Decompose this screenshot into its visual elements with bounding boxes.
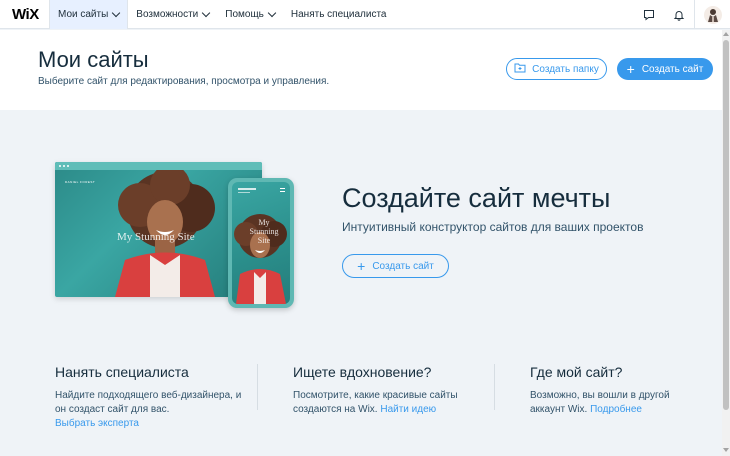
hire-expert-title: Нанять специалиста	[55, 364, 189, 380]
page-header: Мои сайты Выберите сайт для редактирован…	[0, 30, 722, 110]
where-is-my-site-title: Где мой сайт?	[530, 364, 623, 380]
top-bar: WiX Мои сайты Возможности Помощь Нанять …	[0, 0, 730, 29]
chat-icon[interactable]	[634, 0, 664, 29]
mock-site-title: My Stunning Site	[117, 231, 195, 243]
hero-subtitle: Интуитивный конструктор сайтов для ваших…	[342, 220, 644, 234]
where-is-my-site-text: Возможно, вы вошли в другой аккаунт Wix.…	[530, 389, 706, 417]
nav-features-label: Возможности	[136, 8, 199, 20]
mobile-site-preview: My Stunning Site	[228, 178, 294, 308]
nav-my-sites[interactable]: Мои сайты	[50, 0, 129, 29]
inspiration-card: Ищете вдохновение? Посмотрите, какие кра…	[293, 364, 493, 417]
menu-icon	[280, 188, 285, 192]
bell-icon[interactable]	[664, 0, 694, 29]
hire-expert-link[interactable]: Выбрать эксперта	[55, 418, 139, 429]
chevron-down-icon	[112, 8, 121, 17]
create-folder-button[interactable]: Создать папку	[506, 58, 607, 80]
folder-icon	[514, 62, 526, 76]
avatar	[703, 5, 722, 24]
wix-logo[interactable]: WiX	[0, 0, 50, 29]
nav-help-label: Помощь	[225, 8, 264, 20]
column-divider	[494, 364, 495, 410]
hero-title: Создайте сайт мечты	[342, 183, 611, 213]
plus-icon: +	[626, 61, 635, 77]
inspiration-link[interactable]: Найти идею	[380, 404, 436, 415]
nav-hire-expert[interactable]: Нанять специалиста	[283, 0, 395, 29]
nav-features[interactable]: Возможности	[128, 0, 217, 29]
nav-help[interactable]: Помощь	[217, 0, 283, 29]
page-subtitle: Выберите сайт для редактирования, просмо…	[38, 76, 330, 87]
vertical-scrollbar[interactable]	[722, 30, 730, 456]
scroll-up-arrow-icon[interactable]	[723, 32, 729, 36]
where-is-my-site-link[interactable]: Подробнее	[590, 404, 642, 415]
browser-bar	[55, 162, 262, 170]
hire-expert-text: Найдите подходящего веб-дизайнера, и он …	[55, 389, 255, 431]
phone-portrait-image	[234, 214, 287, 304]
inspiration-title: Ищете вдохновение?	[293, 364, 432, 380]
create-folder-label: Создать папку	[532, 63, 599, 75]
top-right-actions	[634, 0, 730, 29]
scroll-down-arrow-icon[interactable]	[723, 448, 729, 452]
phone-site-title: My Stunning Site	[249, 218, 279, 245]
hire-expert-description: Найдите подходящего веб-дизайнера, и он …	[55, 390, 242, 415]
inspiration-text: Посмотрите, какие красивые сайты создают…	[293, 389, 493, 417]
hero-create-site-label: Создать сайт	[372, 260, 434, 272]
hero-create-site-button[interactable]: + Создать сайт	[342, 254, 449, 278]
phone-screen: My Stunning Site	[232, 182, 290, 304]
create-site-label: Создать сайт	[641, 63, 704, 75]
page-title: Мои сайты	[38, 47, 149, 72]
nav-hire-expert-label: Нанять специалиста	[290, 8, 387, 20]
plus-icon: +	[357, 258, 366, 274]
where-is-my-site-card: Где мой сайт? Возможно, вы вошли в друго…	[530, 364, 706, 417]
chevron-down-icon	[267, 8, 277, 17]
avatar-button[interactable]	[694, 0, 730, 29]
hire-expert-card: Нанять специалиста Найдите подходящего в…	[55, 364, 255, 431]
nav-my-sites-label: Мои сайты	[58, 8, 109, 20]
column-divider	[257, 364, 258, 410]
create-site-button[interactable]: + Создать сайт	[617, 58, 713, 80]
chevron-down-icon	[202, 8, 211, 17]
scroll-thumb[interactable]	[723, 40, 729, 410]
